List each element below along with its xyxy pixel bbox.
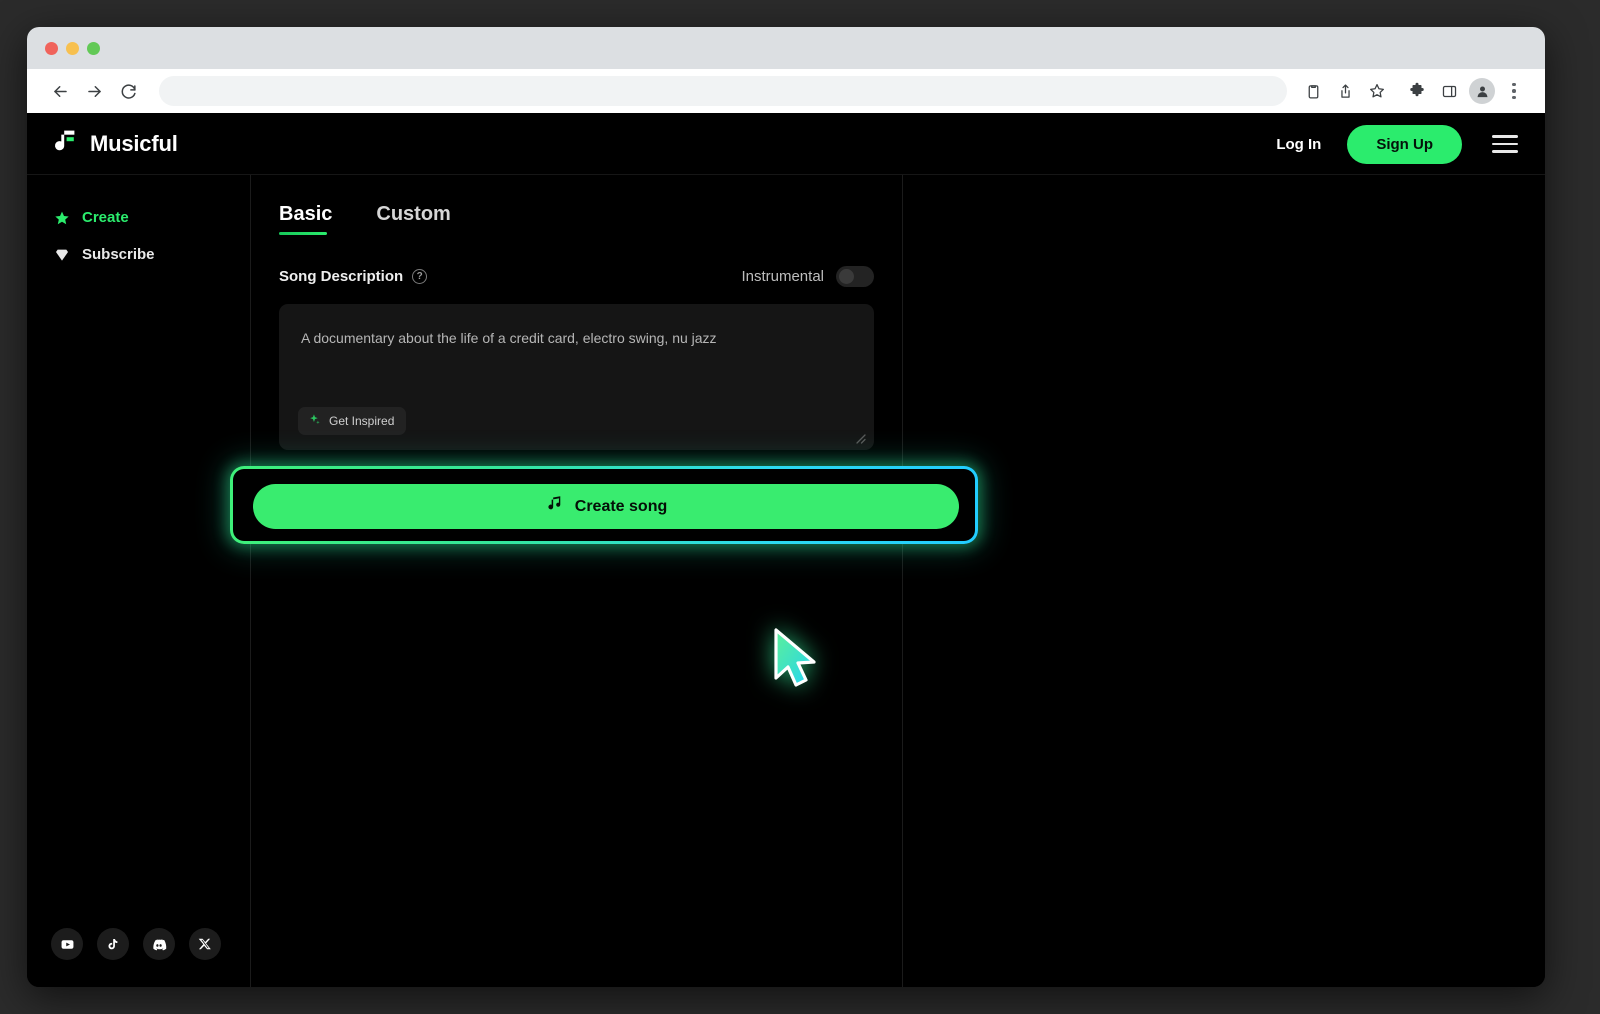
more-menu-icon[interactable] xyxy=(1501,75,1527,107)
star-icon xyxy=(53,209,70,226)
textarea-resize-handle[interactable] xyxy=(854,431,866,444)
youtube-icon[interactable] xyxy=(51,928,83,960)
social-links xyxy=(51,928,221,960)
instrumental-toggle[interactable] xyxy=(836,266,874,287)
login-link[interactable]: Log In xyxy=(1276,136,1321,153)
tab-custom[interactable]: Custom xyxy=(376,203,450,235)
web-page: Musicful Log In Sign Up Create Subscribe… xyxy=(27,114,1545,987)
brand-logo[interactable]: Musicful xyxy=(53,128,178,161)
sidebar-item-create[interactable]: Create xyxy=(27,199,250,236)
song-description-row: Song Description ? Instrumental xyxy=(279,266,874,287)
song-description-value: A documentary about the life of a credit… xyxy=(301,330,717,346)
instrumental-control: Instrumental xyxy=(741,266,874,287)
music-notes-icon xyxy=(545,495,564,519)
create-song-highlight-box: Create song xyxy=(230,466,978,544)
site-header: Musicful Log In Sign Up xyxy=(27,114,1545,175)
window-zoom-button[interactable] xyxy=(87,41,100,55)
discord-icon[interactable] xyxy=(143,928,175,960)
sidebar-item-subscribe[interactable]: Subscribe xyxy=(27,236,250,273)
instrumental-label: Instrumental xyxy=(741,268,824,285)
brand-name: Musicful xyxy=(90,131,178,156)
header-actions: Log In Sign Up xyxy=(1276,124,1518,164)
reload-icon[interactable] xyxy=(111,74,145,108)
desktop-backdrop: Musicful Log In Sign Up Create Subscribe… xyxy=(0,0,1600,1014)
sidebar: Create Subscribe xyxy=(27,175,251,987)
signup-button[interactable]: Sign Up xyxy=(1347,124,1462,164)
profile-avatar-icon[interactable] xyxy=(1469,78,1495,104)
get-inspired-button[interactable]: Get Inspired xyxy=(298,407,407,435)
clipboard-icon[interactable] xyxy=(1297,75,1329,107)
page-body: Create Subscribe Basic Custom Song Descr… xyxy=(27,175,1545,987)
browser-toolbar xyxy=(27,69,1545,114)
gem-diamond-icon xyxy=(53,246,70,263)
hamburger-menu-icon[interactable] xyxy=(1492,133,1518,155)
extensions-puzzle-icon[interactable] xyxy=(1401,75,1433,107)
browser-window: Musicful Log In Sign Up Create Subscribe… xyxy=(27,27,1545,987)
song-description-label: Song Description xyxy=(279,268,404,285)
bookmark-star-icon[interactable] xyxy=(1361,75,1393,107)
mode-tabs: Basic Custom xyxy=(279,203,874,235)
browser-titlebar xyxy=(27,27,1545,69)
create-song-button[interactable]: Create song xyxy=(253,484,959,529)
side-panel-icon[interactable] xyxy=(1433,75,1465,107)
address-bar[interactable] xyxy=(159,76,1287,106)
create-song-label: Create song xyxy=(574,497,668,515)
window-minimize-button[interactable] xyxy=(66,41,79,55)
musicful-note-logo-icon xyxy=(53,128,79,161)
back-arrow-icon[interactable] xyxy=(43,74,77,108)
tab-basic[interactable]: Basic xyxy=(279,203,332,235)
tiktok-icon[interactable] xyxy=(97,928,129,960)
share-icon[interactable] xyxy=(1329,75,1361,107)
sparkle-icon xyxy=(308,413,321,429)
song-description-textarea[interactable]: A documentary about the life of a credit… xyxy=(279,304,874,450)
window-close-button[interactable] xyxy=(45,41,58,55)
x-twitter-icon[interactable] xyxy=(189,928,221,960)
create-panel: Basic Custom Song Description ? Instrume… xyxy=(233,175,975,987)
sidebar-item-label: Create xyxy=(82,209,129,226)
results-pane xyxy=(903,175,1545,987)
sidebar-item-label: Subscribe xyxy=(82,246,155,263)
get-inspired-label: Get Inspired xyxy=(329,414,395,428)
forward-arrow-icon[interactable] xyxy=(77,74,111,108)
help-circle-icon[interactable]: ? xyxy=(412,269,428,284)
